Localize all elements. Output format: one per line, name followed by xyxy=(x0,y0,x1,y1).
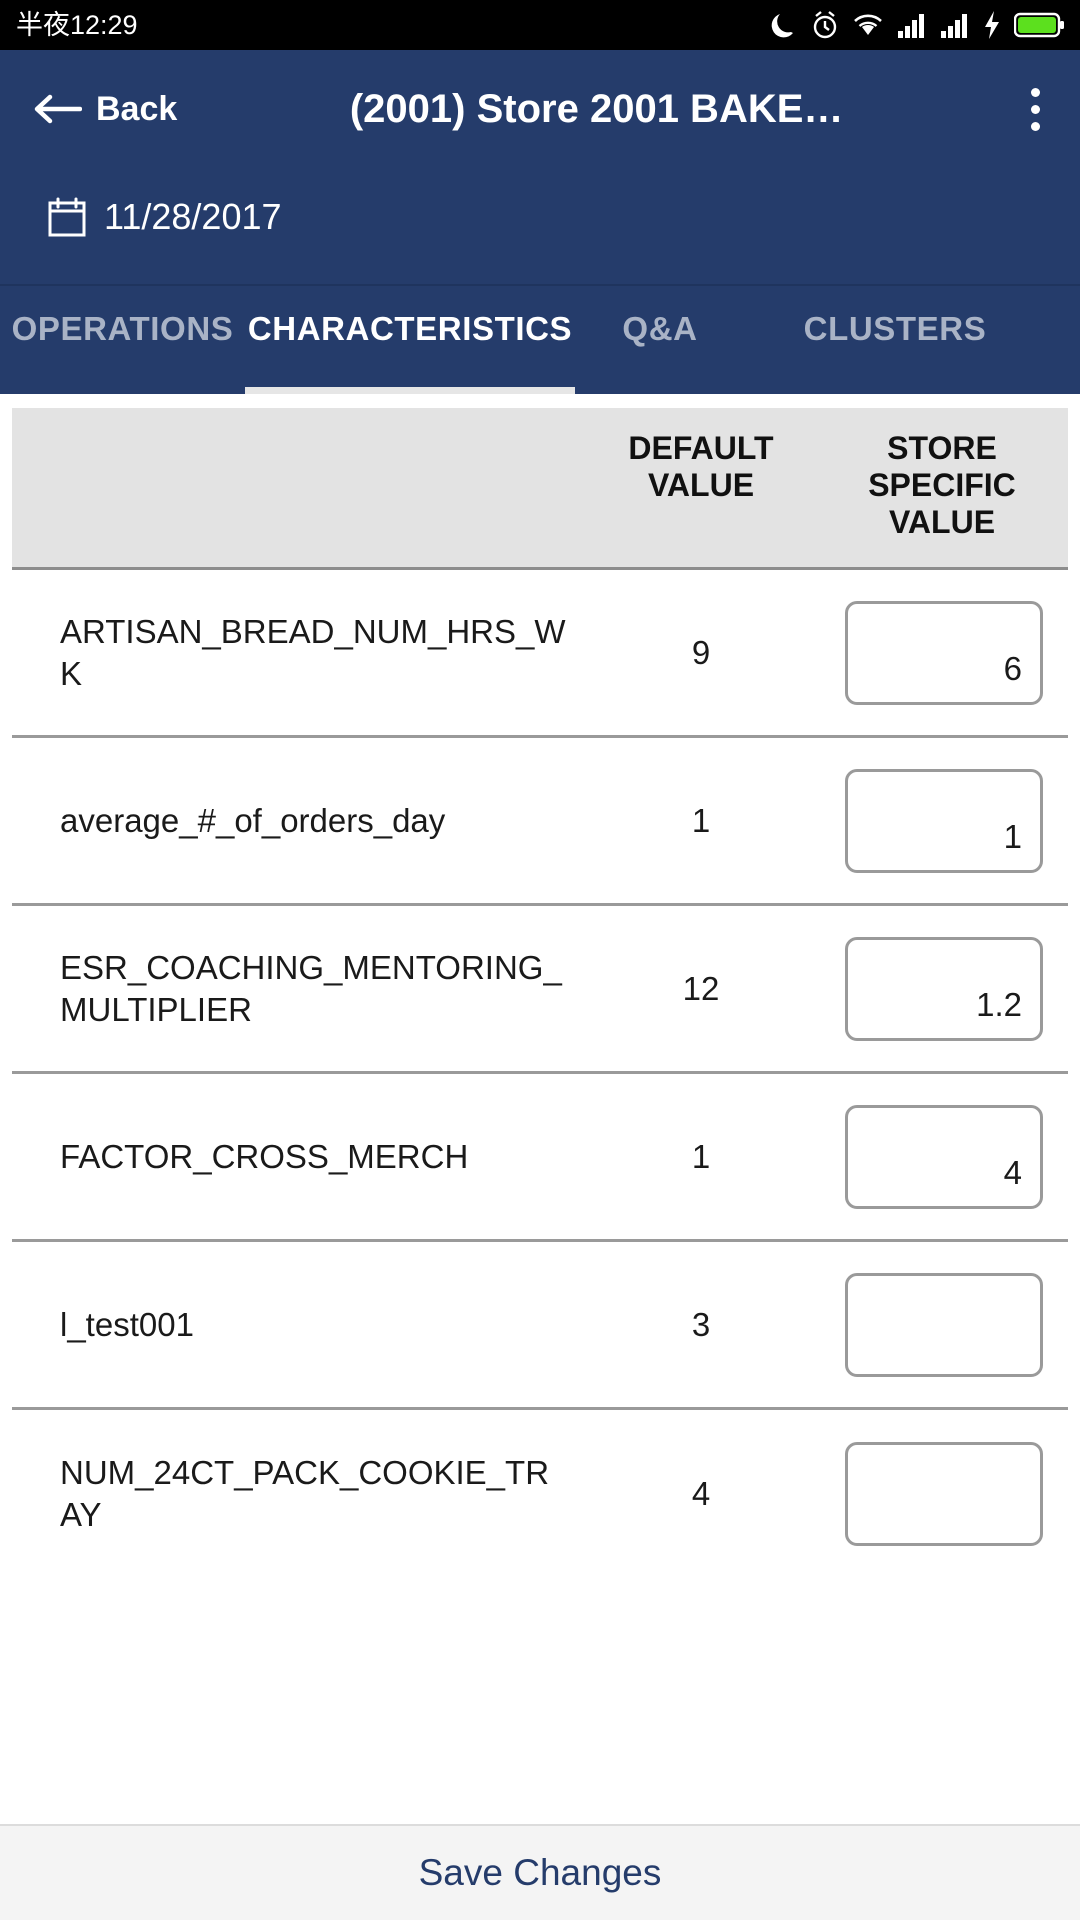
charging-bolt-icon xyxy=(983,10,1001,40)
table-row: l_test001 3 xyxy=(12,1242,1068,1411)
store-value-input[interactable] xyxy=(845,1442,1043,1547)
page-title: (2001) Store 2001 BAKE… xyxy=(349,86,844,131)
store-value-input[interactable] xyxy=(845,936,1043,1041)
characteristic-name: average_#_of_orders_day xyxy=(60,801,446,839)
store-value-cell xyxy=(820,1104,1068,1209)
calendar-icon xyxy=(48,197,86,237)
back-button[interactable]: Back xyxy=(34,92,177,126)
characteristics-list[interactable]: DEFAULT VALUE STORE SPECIFIC VALUE ARTIS… xyxy=(0,394,1080,1824)
store-value-cell xyxy=(820,1272,1068,1377)
default-value: 4 xyxy=(691,1475,711,1513)
tab-bar: OPERATIONS CHARACTERISTICS Q&A CLUSTERS xyxy=(0,286,1080,394)
characteristic-name: FACTOR_CROSS_MERCH xyxy=(60,1137,469,1175)
store-value-cell xyxy=(820,600,1068,705)
battery-icon xyxy=(1014,11,1066,39)
table-row: ESR_COACHING_MENTORING_MULTIPLIER 12 xyxy=(12,906,1068,1075)
save-changes-button[interactable]: Save Changes xyxy=(0,1824,1080,1920)
store-value-cell xyxy=(820,936,1068,1041)
default-value: 1 xyxy=(691,801,711,839)
signal-icon-1 xyxy=(897,11,927,39)
table-row: FACTOR_CROSS_MERCH 1 xyxy=(12,1074,1068,1243)
store-value-cell xyxy=(820,1442,1068,1547)
characteristic-name: l_test001 xyxy=(60,1305,194,1343)
selected-date: 11/28/2017 xyxy=(104,196,282,237)
default-value: 3 xyxy=(691,1305,711,1343)
back-arrow-icon xyxy=(34,92,83,126)
app-root: 半夜12:29 Back (2001) Store 2001 BAKE… 11/… xyxy=(0,0,1080,1920)
tab-qa[interactable]: Q&A xyxy=(575,286,745,394)
header-date-row[interactable]: 11/28/2017 xyxy=(0,168,1080,284)
save-changes-label: Save Changes xyxy=(418,1852,662,1893)
app-header: Back (2001) Store 2001 BAKE… 11/28/2017 xyxy=(0,50,1080,286)
header-top-row: Back (2001) Store 2001 BAKE… xyxy=(0,50,1080,168)
moon-icon xyxy=(770,10,798,40)
characteristic-name: ARTISAN_BREAD_NUM_HRS_WK xyxy=(60,612,566,692)
store-value-input[interactable] xyxy=(845,1272,1043,1377)
status-icon-tray xyxy=(770,10,1066,40)
alarm-icon xyxy=(811,10,839,40)
table-row: ARTISAN_BREAD_NUM_HRS_WK 9 xyxy=(12,570,1068,739)
default-value: 9 xyxy=(691,633,711,671)
tab-operations[interactable]: OPERATIONS xyxy=(0,286,245,394)
wifi-icon xyxy=(852,11,884,39)
default-value: 1 xyxy=(691,1137,711,1175)
column-header-store-specific-value: STORE SPECIFIC VALUE xyxy=(868,430,1016,541)
back-button-label: Back xyxy=(96,90,178,128)
tab-characteristics[interactable]: CHARACTERISTICS xyxy=(245,286,575,394)
store-value-input[interactable] xyxy=(845,600,1043,705)
default-value: 12 xyxy=(682,969,720,1007)
tab-clusters[interactable]: CLUSTERS xyxy=(745,286,1045,394)
characteristic-name: ESR_COACHING_MENTORING_MULTIPLIER xyxy=(60,948,562,1028)
characteristic-name: NUM_24CT_PACK_COOKIE_TRAY xyxy=(60,1454,550,1534)
table-row: average_#_of_orders_day 1 xyxy=(12,738,1068,907)
table-header-row: DEFAULT VALUE STORE SPECIFIC VALUE xyxy=(12,408,1068,571)
store-value-input[interactable] xyxy=(845,1104,1043,1209)
signal-icon-2 xyxy=(940,11,970,39)
status-clock: 半夜12:29 xyxy=(16,9,138,40)
store-value-input[interactable] xyxy=(845,768,1043,873)
store-value-cell xyxy=(820,768,1068,873)
column-header-default-value: DEFAULT VALUE xyxy=(628,430,774,504)
kebab-menu-icon[interactable] xyxy=(1012,83,1058,135)
status-bar: 半夜12:29 xyxy=(0,0,1080,50)
table-row: NUM_24CT_PACK_COOKIE_TRAY 4 xyxy=(12,1410,1068,1578)
